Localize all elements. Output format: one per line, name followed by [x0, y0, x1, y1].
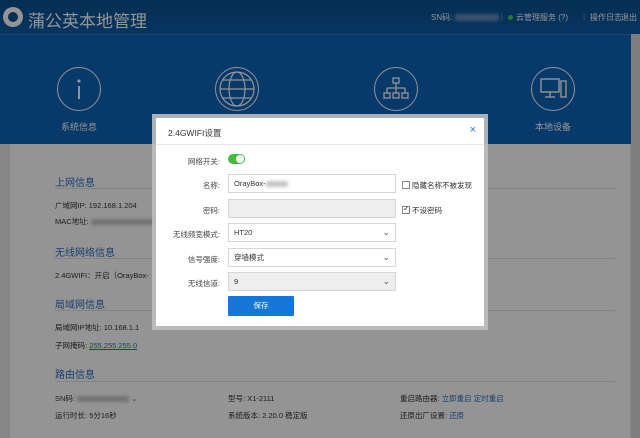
- chevron-down-icon: ⌄: [382, 252, 390, 262]
- wifi-toggle-switch[interactable]: [228, 154, 245, 164]
- hide-name-label: 隐藏名称不被发现: [412, 181, 472, 190]
- save-button[interactable]: 保存: [228, 296, 294, 316]
- no-password-label: 不设密码: [412, 206, 442, 215]
- checkbox-checked: [402, 204, 410, 214]
- password-input[interactable]: [228, 199, 396, 218]
- wifi-settings-dialog: 2.4GWIFI设置 × 网络开关: 名称: OrayBox- 隐藏名称不被发现…: [152, 114, 488, 330]
- chevron-down-icon: ⌄: [382, 276, 390, 286]
- dialog-body: 2.4GWIFI设置 × 网络开关: 名称: OrayBox- 隐藏名称不被发现…: [156, 118, 484, 326]
- password-label: 密码:: [202, 206, 220, 215]
- wifi-name-value: OrayBox-: [234, 179, 266, 188]
- bandwidth-select[interactable]: HT20 ⌄: [228, 223, 396, 242]
- channel-label: 无线信道:: [187, 279, 220, 288]
- chevron-down-icon: ⌄: [382, 227, 390, 237]
- name-redacted: [265, 181, 288, 188]
- signal-label: 信号强度:: [187, 255, 220, 264]
- channel-select[interactable]: 9 ⌄: [228, 272, 396, 291]
- dialog-title: 2.4GWIFI设置: [168, 128, 222, 138]
- switch-label: 网络开关:: [187, 157, 220, 166]
- checkbox-box: [402, 181, 410, 189]
- bandwidth-value: HT20: [234, 228, 253, 237]
- divider: [156, 144, 484, 145]
- close-icon[interactable]: ×: [470, 124, 476, 136]
- channel-value: 9: [234, 277, 239, 286]
- name-label: 名称:: [202, 181, 220, 190]
- no-password-checkbox[interactable]: 不设密码: [402, 204, 442, 216]
- hide-name-checkbox[interactable]: 隐藏名称不被发现: [402, 180, 472, 191]
- signal-value: 穿墙模式: [234, 253, 264, 262]
- signal-strength-select[interactable]: 穿墙模式 ⌄: [228, 248, 396, 267]
- bandwidth-label: 无线频宽模式:: [172, 230, 220, 239]
- wifi-name-input[interactable]: OrayBox-: [228, 174, 396, 193]
